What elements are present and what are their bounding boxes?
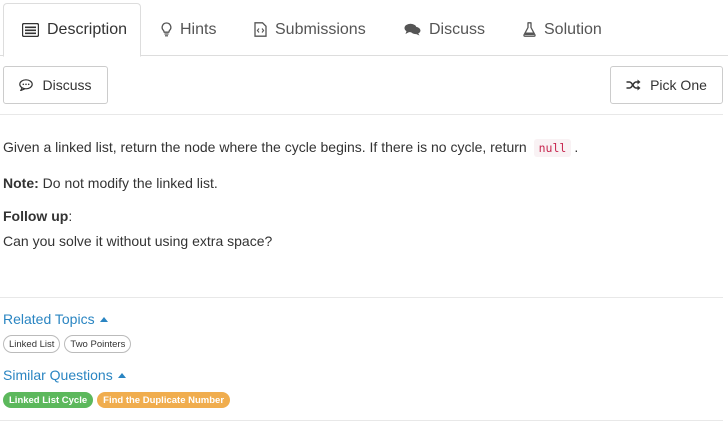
caret-up-icon bbox=[99, 316, 108, 322]
divider bbox=[0, 420, 723, 421]
follow-up-heading: Follow up: bbox=[3, 206, 72, 226]
similar-question-find-duplicate-number[interactable]: Find the Duplicate Number bbox=[97, 392, 231, 408]
topic-tag-linked-list[interactable]: Linked List bbox=[3, 335, 61, 353]
follow-up-text: Can you solve it without using extra spa… bbox=[3, 233, 273, 249]
related-topics-toggle[interactable]: Related Topics bbox=[3, 311, 108, 327]
caret-up-icon bbox=[117, 372, 126, 378]
code-file-icon bbox=[254, 22, 267, 37]
problem-text: Given a linked list, return the node whe… bbox=[3, 139, 527, 155]
note: Note: Do not modify the linked list. bbox=[3, 173, 218, 193]
related-topics-label: Related Topics bbox=[3, 311, 95, 327]
shuffle-icon bbox=[626, 79, 641, 91]
similar-questions-tags: Linked List Cycle Find the Duplicate Num… bbox=[3, 392, 231, 408]
divider bbox=[0, 114, 723, 115]
tab-label: Description bbox=[47, 21, 128, 38]
tab-label: Hints bbox=[180, 20, 217, 38]
tab-submissions[interactable]: Submissions bbox=[254, 3, 366, 56]
lightbulb-icon bbox=[161, 22, 172, 37]
tab-label: Discuss bbox=[429, 20, 486, 38]
tab-hints[interactable]: Hints bbox=[161, 3, 216, 56]
tab-bar: Description Hints Submissions Discuss So… bbox=[0, 0, 728, 57]
discuss-button[interactable]: Discuss bbox=[3, 66, 108, 104]
comment-icon bbox=[19, 79, 34, 91]
discuss-button-label: Discuss bbox=[42, 77, 92, 93]
related-topics-tags: Linked List Two Pointers bbox=[3, 335, 132, 353]
description-icon bbox=[22, 23, 39, 37]
problem-statement: Given a linked list, return the node whe… bbox=[3, 137, 578, 158]
similar-questions-toggle[interactable]: Similar Questions bbox=[3, 367, 126, 383]
note-text: Do not modify the linked list. bbox=[42, 175, 218, 191]
divider bbox=[0, 297, 723, 298]
topic-tag-two-pointers[interactable]: Two Pointers bbox=[64, 335, 132, 353]
similar-questions-label: Similar Questions bbox=[3, 367, 113, 383]
tab-label: Submissions bbox=[275, 20, 366, 38]
tab-description[interactable]: Description bbox=[3, 3, 141, 57]
pick-one-button[interactable]: Pick One bbox=[610, 66, 723, 104]
note-label: Note: bbox=[3, 175, 39, 191]
comments-icon bbox=[404, 23, 421, 36]
follow-up-colon: : bbox=[68, 208, 73, 224]
follow-up-label: Follow up bbox=[3, 208, 69, 224]
flask-icon bbox=[523, 22, 536, 37]
pick-one-button-label: Pick One bbox=[650, 77, 707, 93]
tab-solution[interactable]: Solution bbox=[523, 3, 602, 56]
tab-label: Solution bbox=[544, 20, 602, 38]
inline-code: null bbox=[533, 139, 572, 157]
problem-text-end: . bbox=[574, 139, 579, 155]
similar-question-linked-list-cycle[interactable]: Linked List Cycle bbox=[3, 392, 94, 408]
tab-discuss[interactable]: Discuss bbox=[404, 3, 485, 56]
